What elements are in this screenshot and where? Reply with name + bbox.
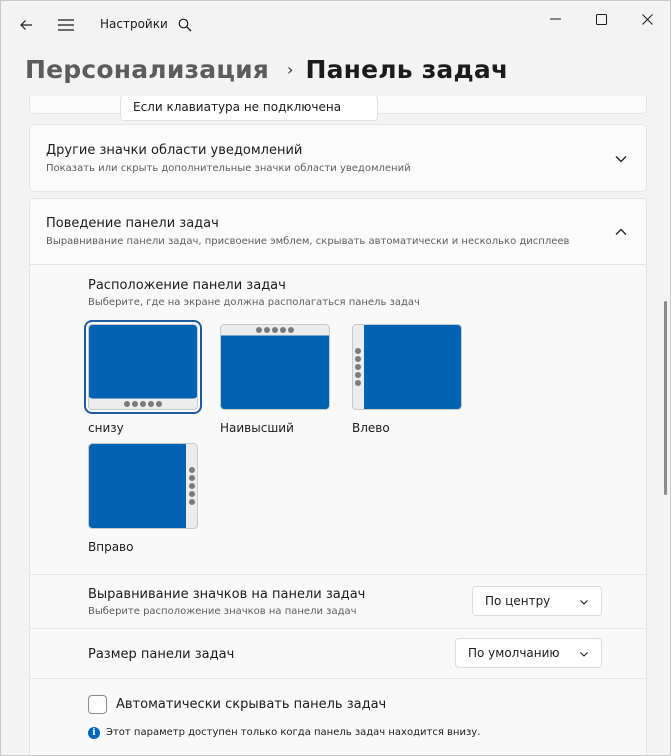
position-thumb-bottom[interactable] [84, 320, 202, 414]
chevron-down-icon[interactable] [614, 152, 628, 166]
back-arrow-icon[interactable] [14, 13, 38, 37]
maximize-button[interactable] [578, 7, 624, 31]
close-icon [641, 13, 653, 25]
other-tray-icons-card[interactable]: Другие значки области уведомлений Показа… [29, 124, 647, 192]
taskbar-behaviors-subtitle: Выравнивание панели задач, присвоение эм… [46, 236, 570, 247]
taskbar-alignment-subtitle: Выберите расположение значков на панели … [88, 606, 357, 617]
minimize-button[interactable] [532, 7, 578, 31]
other-tray-icons-title: Другие значки области уведомлений [46, 143, 303, 158]
app-title: Настройки [100, 17, 168, 31]
minimize-icon [549, 18, 561, 20]
close-button[interactable] [624, 7, 670, 31]
taskbar-size-row: Размер панели задач По умолчанию [30, 629, 646, 679]
breadcrumb-parent-link[interactable]: Персонализация [25, 55, 269, 84]
taskbar-alignment-row: Выравнивание значков на панели задач Выб… [30, 575, 646, 629]
position-label-top: Наивысший [220, 421, 294, 435]
settings-content[interactable]: Если клавиатура не подключена Другие зна… [1, 96, 661, 755]
search-icon[interactable] [173, 13, 197, 37]
autohide-label[interactable]: Автоматически скрывать панель задач [116, 697, 386, 712]
autohide-info-text: Этот параметр доступен только когда пане… [106, 727, 481, 738]
chevron-down-icon [580, 600, 588, 605]
taskbar-alignment-dropdown[interactable]: По центру [472, 586, 602, 616]
info-icon: i [88, 727, 100, 739]
settings-window: Настройки Персонализация › Панель задач … [0, 0, 671, 756]
position-label-left: Влево [352, 421, 390, 435]
taskbar-alignment-title: Выравнивание значков на панели задач [88, 587, 366, 602]
taskbar-location-group: Расположение панели задач Выберите, где … [30, 265, 646, 575]
position-label-bottom: снизу [88, 421, 124, 435]
title-bar: Настройки [1, 1, 670, 49]
hamburger-menu-icon[interactable] [54, 13, 78, 37]
page-title: Панель задач [305, 54, 509, 84]
position-option-right[interactable]: Вправо [88, 443, 200, 563]
position-option-left[interactable]: Влево [352, 324, 464, 444]
position-thumb-right[interactable] [88, 443, 198, 529]
chevron-down-icon [580, 652, 588, 657]
position-thumb-left[interactable] [352, 324, 462, 410]
taskbar-autohide-row: Автоматически скрывать панель задач i Эт… [30, 679, 646, 755]
maximize-icon [595, 13, 607, 25]
taskbar-location-title: Расположение панели задач [88, 278, 286, 293]
taskbar-behaviors-title: Поведение панели задач [46, 216, 219, 231]
chevron-up-icon[interactable] [614, 225, 628, 239]
breadcrumb-chevron-icon: › [287, 59, 294, 79]
position-label-right: Вправо [88, 540, 134, 554]
position-option-bottom[interactable]: снизу [84, 320, 202, 444]
taskbar-behaviors-header[interactable]: Поведение панели задач Выравнивание пане… [30, 199, 646, 265]
taskbar-alignment-value: По центру [485, 594, 551, 608]
touch-keyboard-dropdown[interactable]: Если клавиатура не подключена [120, 96, 378, 121]
position-option-top[interactable]: Наивысший [220, 324, 332, 444]
taskbar-size-value: По умолчанию [468, 646, 560, 660]
touch-keyboard-card: Если клавиатура не подключена [29, 96, 647, 121]
autohide-checkbox[interactable] [88, 695, 107, 714]
position-thumb-top[interactable] [220, 324, 330, 410]
vertical-scrollbar[interactable] [664, 301, 667, 495]
other-tray-icons-subtitle: Показать или скрыть дополнительные значк… [46, 163, 411, 174]
taskbar-location-subtitle: Выберите, где на экране должна располага… [88, 297, 420, 308]
taskbar-size-dropdown[interactable]: По умолчанию [455, 638, 602, 668]
taskbar-size-title: Размер панели задач [88, 647, 235, 662]
taskbar-behaviors-section: Поведение панели задач Выравнивание пане… [29, 198, 647, 755]
breadcrumb: Персонализация › Панель задач [25, 49, 508, 89]
